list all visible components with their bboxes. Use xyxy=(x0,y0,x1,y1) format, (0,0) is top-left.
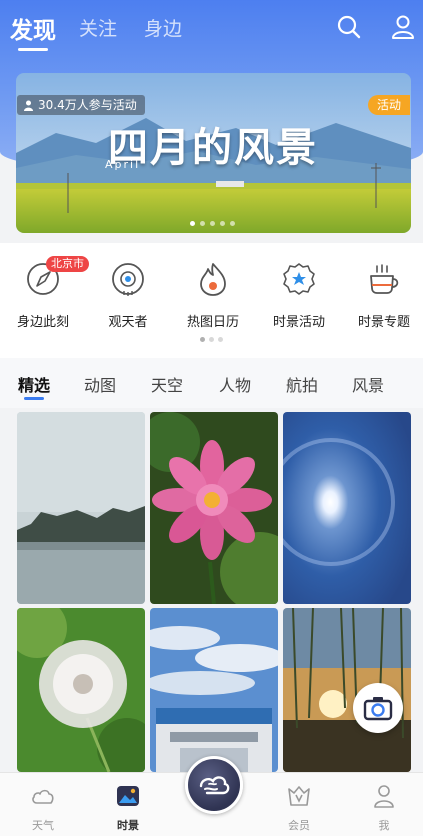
top-bar: 发现 关注 身边 xyxy=(0,0,423,58)
category-tabs: 精选 动图 天空 人物 航拍 风景 xyxy=(0,358,423,408)
photo-card[interactable] xyxy=(283,412,411,604)
pager-dot xyxy=(220,221,225,226)
pager-dot xyxy=(200,337,205,342)
eye-icon xyxy=(112,263,144,296)
camera-button[interactable] xyxy=(353,683,403,733)
active-category-indicator xyxy=(24,397,44,400)
pink-dahlia-photo xyxy=(150,412,278,604)
tab-nearby[interactable]: 身边 xyxy=(144,14,182,41)
camera-icon xyxy=(363,697,393,721)
tab-discover[interactable]: 发现 xyxy=(10,11,56,45)
pager-dot xyxy=(218,337,223,342)
nav-label: 会员 xyxy=(288,819,310,832)
nav-me[interactable]: 我 xyxy=(354,783,414,833)
city-badge: 北京市 xyxy=(46,256,89,272)
dandelion-photo xyxy=(17,608,145,772)
star-badge-icon xyxy=(283,263,315,295)
photo-card[interactable] xyxy=(150,608,278,772)
photo-card[interactable] xyxy=(150,412,278,604)
cloud-swirl-icon xyxy=(199,776,230,795)
station-clouds-photo xyxy=(150,608,278,772)
quick-entry-pager xyxy=(200,337,223,342)
person-icon xyxy=(24,100,33,111)
sun-halo-photo xyxy=(283,412,411,604)
entry-heat-calendar[interactable]: 热图日历 xyxy=(171,261,255,330)
nav-label: 天气 xyxy=(32,819,54,832)
participants-count: 30.4万人参与活动 xyxy=(38,98,137,112)
entry-activities[interactable]: 时景活动 xyxy=(257,261,341,330)
tab-scenery[interactable]: 风景 xyxy=(352,372,384,396)
pager-dot xyxy=(210,221,215,226)
participants-badge: 30.4万人参与活动 xyxy=(17,95,145,115)
nav-moments[interactable]: 时景 xyxy=(98,783,158,833)
entry-label: 观天者 xyxy=(108,315,148,330)
tab-follow[interactable]: 关注 xyxy=(79,14,117,41)
lake-mountains-photo xyxy=(17,412,145,604)
nav-label: 时景 xyxy=(117,819,139,832)
pager-dot xyxy=(200,221,205,226)
profile-icon[interactable] xyxy=(390,14,416,40)
nav-weather[interactable]: 天气 xyxy=(13,783,73,833)
tab-sky[interactable]: 天空 xyxy=(151,372,183,396)
entry-label: 身边此刻 xyxy=(16,315,69,330)
nav-membership[interactable]: 会员 xyxy=(269,783,329,833)
tab-featured[interactable]: 精选 xyxy=(18,372,50,396)
pager-dot xyxy=(230,221,235,226)
entry-topics[interactable]: 时景专题 xyxy=(342,261,423,330)
tab-aerial[interactable]: 航拍 xyxy=(286,372,318,396)
cloud-icon xyxy=(32,789,54,804)
photo-icon xyxy=(117,786,139,806)
entry-label: 时景活动 xyxy=(272,315,325,330)
tab-animated[interactable]: 动图 xyxy=(84,372,116,396)
banner-pager xyxy=(190,221,235,226)
photo-card[interactable] xyxy=(17,608,145,772)
search-icon[interactable] xyxy=(336,14,362,40)
tab-people[interactable]: 人物 xyxy=(219,372,251,396)
banner-subtitle: April xyxy=(105,158,141,171)
entry-label: 时景专题 xyxy=(357,315,410,330)
entry-label: 热图日历 xyxy=(186,315,239,330)
activity-badge: 活动 xyxy=(368,95,410,115)
pager-dot xyxy=(209,337,214,342)
entry-sky-watcher[interactable]: 观天者 xyxy=(86,261,170,330)
cup-icon xyxy=(370,264,399,294)
pager-dot xyxy=(190,221,195,226)
nav-label: 我 xyxy=(378,819,390,832)
person-icon xyxy=(374,785,394,808)
flame-icon xyxy=(200,263,226,296)
photo-card[interactable] xyxy=(17,412,145,604)
vip-icon xyxy=(288,786,310,806)
publish-button[interactable] xyxy=(185,756,243,814)
active-tab-indicator xyxy=(18,48,48,51)
